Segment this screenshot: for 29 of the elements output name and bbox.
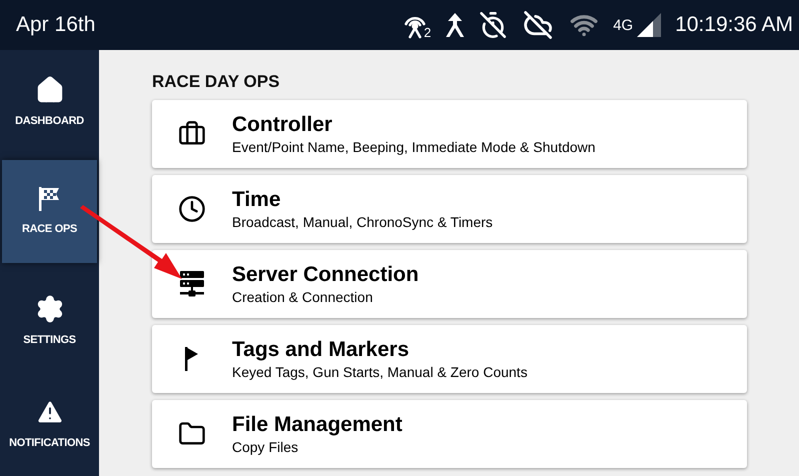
network-type: 4G	[613, 16, 634, 36]
sidebar-item[interactable]: RACE OPS	[2, 160, 97, 263]
card-title: Controller	[232, 112, 334, 138]
card-title: Tags and Markers	[232, 337, 410, 363]
card-subtitle: Broadcast, Manual, ChronoSync & Timers	[232, 213, 493, 231]
menu-card[interactable]: File Management Copy Files	[152, 400, 747, 468]
signal-icon	[637, 13, 662, 37]
card-subtitle: Event/Point Name, Beeping, Immediate Mode & Shutdown	[232, 138, 596, 156]
merge-icon	[445, 11, 466, 39]
card-title: Server Connection	[232, 262, 419, 288]
menu-card[interactable]: Time Broadcast, Manual, ChronoSync & Timers	[152, 175, 747, 243]
antenna-count: 2	[424, 26, 432, 39]
sidebar-item[interactable]: SETTINGS	[0, 269, 99, 372]
timer-off-icon	[479, 11, 508, 39]
clock-text: 10:19:36 AM	[675, 12, 793, 38]
server-icon	[179, 270, 205, 298]
card-title: File Management	[232, 412, 402, 438]
menu-card[interactable]: Server Connection Creation & Connection	[152, 250, 747, 318]
card-subtitle: Creation & Connection	[232, 288, 374, 306]
card-subtitle: Copy Files	[232, 438, 300, 456]
menu-card[interactable]: Controller Event/Point Name, Beeping, Immediate Mode & Shutdown	[152, 100, 747, 168]
card-subtitle: Keyed Tags, Gun Starts, Manual & Zero Counts	[232, 363, 528, 381]
sidebar-item[interactable]: DASHBOARD	[0, 50, 99, 154]
section-heading: RACE DAY OPS	[152, 71, 281, 93]
clock-icon	[178, 195, 206, 223]
menu-card[interactable]: Tags and Markers Keyed Tags, Gun Starts, Manual & Zero Counts	[152, 325, 747, 393]
sidebar-item[interactable]: NOTIFICATIONS	[0, 372, 99, 476]
card-title: Time	[232, 187, 282, 213]
date-text: Apr 16th	[16, 12, 96, 38]
